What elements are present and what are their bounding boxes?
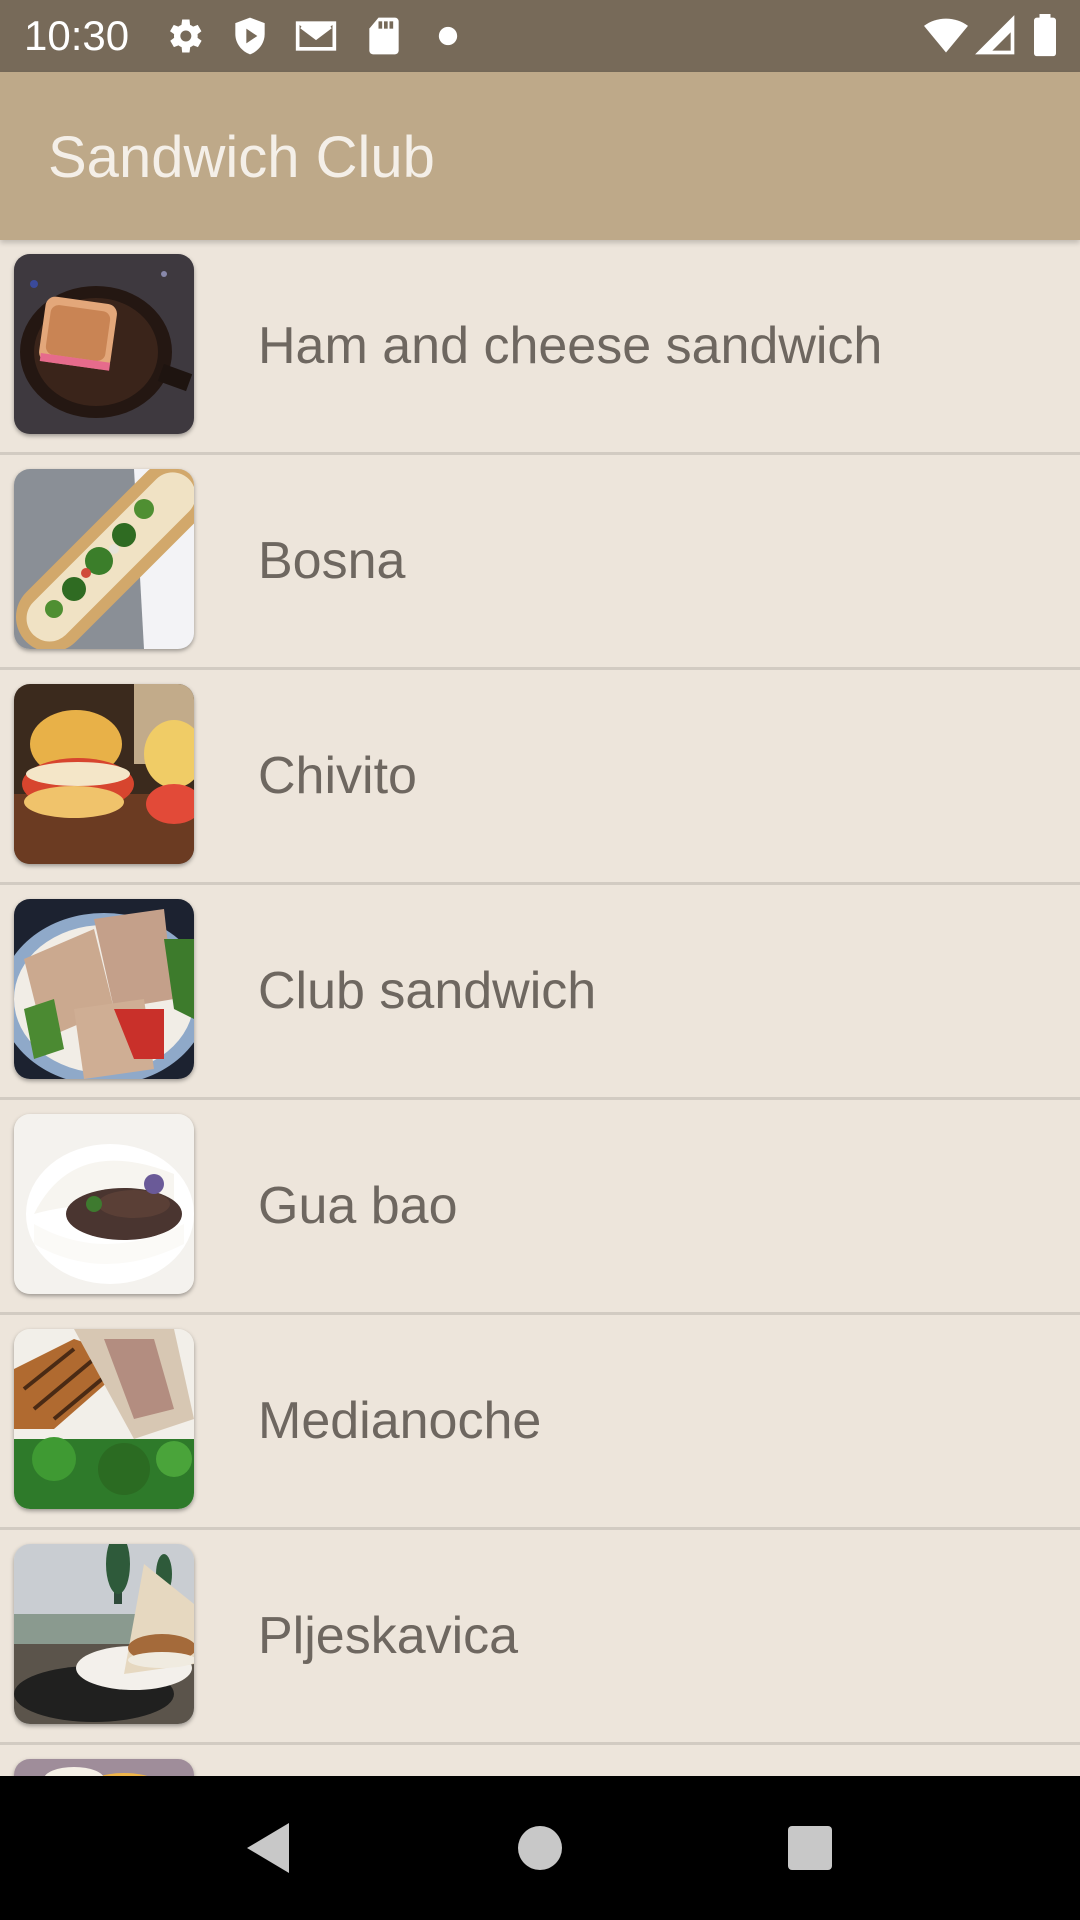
list-item[interactable]: Pljeskavica <box>0 1530 1080 1745</box>
sandwich-name: Pljeskavica <box>258 1607 519 1665</box>
list-item[interactable]: Chivito <box>0 670 1080 885</box>
ham-and-cheese-thumbnail <box>14 254 194 434</box>
sandwich-name: Gua bao <box>258 1177 458 1235</box>
notification-dot-icon <box>436 14 460 58</box>
list-item[interactable]: Ham and cheese sandwich <box>0 240 1080 455</box>
sandwich-club-screen: 10:30 Sandwich Club Ham and cheese sandw… <box>0 0 1080 1920</box>
status-bar: 10:30 <box>0 0 1080 72</box>
app-bar: Sandwich Club <box>0 72 1080 240</box>
club-sandwich-thumbnail <box>14 899 194 1079</box>
sandwich-name: Club sandwich <box>258 962 597 1020</box>
partial-thumbnail <box>14 1759 194 1776</box>
sandwich-list[interactable]: Ham and cheese sandwich Bosna Chivito Cl… <box>0 240 1080 1776</box>
sandwich-name: Ham and cheese sandwich <box>258 317 883 375</box>
list-item[interactable] <box>0 1745 1080 1776</box>
sandwich-name: Bosna <box>258 532 406 590</box>
home-icon[interactable] <box>490 1798 590 1898</box>
list-item[interactable]: Club sandwich <box>0 885 1080 1100</box>
pljeskavica-thumbnail <box>14 1544 194 1724</box>
medianoche-thumbnail <box>14 1329 194 1509</box>
gear-icon <box>162 14 206 58</box>
app-title: Sandwich Club <box>48 125 435 190</box>
sandwich-name: Medianoche <box>258 1392 542 1450</box>
sd-card-icon <box>362 14 406 58</box>
gmail-icon <box>292 14 340 58</box>
gua-bao-thumbnail <box>14 1114 194 1294</box>
shield-play-icon <box>228 14 272 58</box>
chivito-thumbnail <box>14 684 194 864</box>
list-item[interactable]: Bosna <box>0 455 1080 670</box>
list-item[interactable]: Gua bao <box>0 1100 1080 1315</box>
wifi-icon <box>922 14 970 58</box>
list-item[interactable]: Medianoche <box>0 1315 1080 1530</box>
battery-icon <box>1030 14 1060 58</box>
cell-signal-icon <box>974 14 1018 58</box>
bosna-thumbnail <box>14 469 194 649</box>
back-icon[interactable] <box>218 1798 318 1898</box>
sandwich-name: Chivito <box>258 747 417 805</box>
recents-icon[interactable] <box>760 1798 860 1898</box>
navigation-bar <box>0 1776 1080 1920</box>
status-time: 10:30 <box>24 12 130 59</box>
